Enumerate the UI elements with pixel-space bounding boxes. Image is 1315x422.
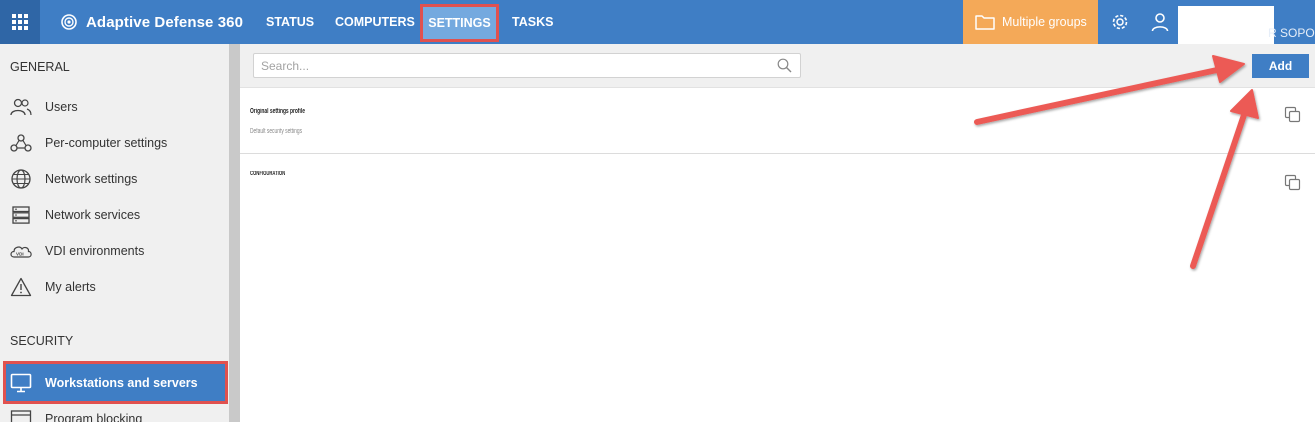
sidebar-item-network-services[interactable]: Network services	[8, 200, 224, 230]
user-account-button[interactable]	[1145, 0, 1175, 44]
sidebar-item-label: Workstations and servers	[45, 375, 198, 390]
sidebar-item-workstations-and-servers[interactable]: Workstations and servers	[3, 361, 228, 404]
sidebar-item-label: Users	[45, 100, 78, 114]
settings-profile-title[interactable]: Original settings profile	[250, 108, 305, 115]
sidebar-item-vdi-environments[interactable]: VDI VDI environments	[8, 236, 224, 266]
groups-selector-button[interactable]: Multiple groups	[963, 0, 1098, 44]
list-toolbar: Add	[240, 44, 1315, 88]
user-icon	[1151, 13, 1169, 32]
brand[interactable]: Adaptive Defense 360	[61, 0, 243, 44]
globe-icon	[8, 168, 34, 190]
search-input[interactable]	[254, 54, 754, 77]
section-title-general: GENERAL	[10, 60, 70, 74]
sidebar-item-program-blocking[interactable]: Program blocking	[8, 404, 224, 422]
nav-status[interactable]: STATUS	[266, 0, 314, 44]
product-name: Adaptive Defense 360	[86, 13, 244, 31]
settings-profile-title[interactable]: CONFIGURATION	[250, 171, 285, 177]
server-icon	[8, 204, 34, 226]
monitor-icon	[8, 372, 34, 394]
apps-grid-icon	[12, 14, 28, 30]
sidebar-item-network-settings[interactable]: Network settings	[8, 164, 224, 194]
sidebar-item-label: Program blocking	[45, 412, 143, 422]
section-title-security: SECURITY	[10, 334, 74, 348]
sidebar-item-label: Per-computer settings	[45, 136, 168, 150]
add-button[interactable]: Add	[1252, 54, 1309, 78]
sidebar-item-label: My alerts	[45, 280, 96, 294]
warning-icon	[8, 276, 34, 298]
sidebar-item-users[interactable]: Users	[8, 92, 224, 122]
sidebar: GENERAL Users Per-computer settings Netw…	[0, 44, 229, 422]
settings-list-row[interactable]: Original settings profile Default securi…	[240, 88, 1315, 154]
copy-icon[interactable]	[1284, 174, 1301, 191]
app-window: Adaptive Defense 360 STATUS COMPUTERS SE…	[0, 0, 1315, 422]
settings-gear-button[interactable]	[1105, 0, 1135, 44]
top-bar: Adaptive Defense 360 STATUS COMPUTERS SE…	[0, 0, 1315, 44]
search-box	[253, 53, 801, 78]
window-icon	[8, 408, 34, 422]
users-icon	[8, 96, 34, 118]
sidebar-item-label: VDI environments	[45, 244, 145, 258]
search-icon[interactable]	[777, 58, 792, 73]
nav-computers[interactable]: COMPUTERS	[335, 0, 415, 44]
sidebar-scrollbar[interactable]	[229, 44, 240, 422]
copy-icon[interactable]	[1284, 106, 1301, 123]
settings-profile-description: Default security settings	[250, 128, 303, 135]
user-name[interactable]: R SOPO	[1268, 26, 1315, 40]
folder-icon	[975, 15, 995, 30]
brand-logo-icon	[61, 14, 77, 30]
vdi-cloud-icon: VDI	[8, 240, 34, 262]
user-info-panel	[1178, 6, 1274, 44]
nav-settings[interactable]: SETTINGS	[420, 4, 499, 42]
groups-label: Multiple groups	[1002, 15, 1087, 29]
sidebar-item-per-computer-settings[interactable]: Per-computer settings	[8, 128, 224, 158]
network-nodes-icon	[8, 132, 34, 154]
settings-list-row[interactable]: CONFIGURATION	[240, 155, 1315, 205]
sidebar-item-label: Network settings	[45, 172, 138, 186]
sidebar-item-label: Network services	[45, 208, 141, 222]
gear-icon	[1112, 14, 1128, 30]
svg-text:VDI: VDI	[16, 252, 24, 257]
app-launcher-button[interactable]	[0, 0, 40, 44]
nav-tasks[interactable]: TASKS	[512, 0, 553, 44]
sidebar-item-my-alerts[interactable]: My alerts	[8, 272, 224, 302]
